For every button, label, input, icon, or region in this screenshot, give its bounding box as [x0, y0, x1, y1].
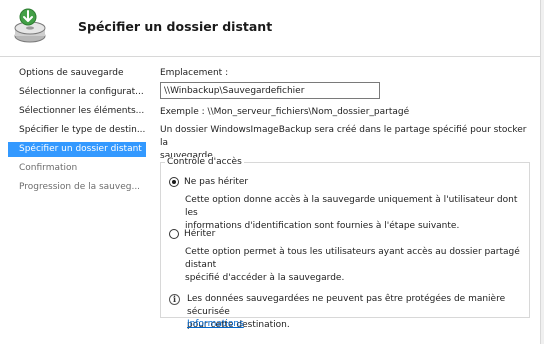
window-edge: [540, 0, 544, 344]
sidebar-item-remote-folder[interactable]: Spécifier un dossier distant: [8, 142, 146, 157]
backup-disk-icon: [10, 6, 50, 46]
sidebar-item-elements[interactable]: Sélectionner les éléments...: [8, 104, 146, 119]
main-panel: Emplacement : Exemple : \\Mon_serveur_fi…: [160, 58, 540, 344]
inherit-radio[interactable]: [169, 229, 179, 239]
sidebar-item-destination-type[interactable]: Spécifier le type de destin...: [8, 123, 146, 138]
wizard-steps-sidebar: Options de sauvegarde Sélectionner la co…: [0, 58, 150, 344]
inherit-label[interactable]: Hériter: [184, 229, 215, 239]
notice-line-1: Les données sauvegardées ne peuvent pas …: [187, 294, 506, 317]
example-text: Exemple : \\Mon_serveur_fichiers\Nom_dos…: [160, 107, 410, 117]
inherit-desc-line-1: Cette option permet à tous les utilisate…: [185, 247, 520, 270]
more-info-link[interactable]: Informations: [187, 319, 244, 329]
sidebar-item-configuration[interactable]: Sélectionner la configurat...: [8, 85, 146, 100]
no-inherit-desc-line-2: informations d'identification sont fourn…: [185, 221, 460, 231]
access-control-title: Contrôle d'accès: [165, 157, 244, 167]
wizard-header: Spécifier un dossier distant: [0, 0, 544, 57]
no-inherit-radio[interactable]: [169, 177, 179, 187]
location-input[interactable]: [160, 82, 380, 99]
info-icon: i: [169, 294, 180, 305]
inherit-desc-line-2: spécifié d'accéder à la sauvegarde.: [185, 273, 345, 283]
page-title: Spécifier un dossier distant: [78, 19, 273, 34]
no-inherit-desc-line-1: Cette option donne accès à la sauvegarde…: [185, 195, 518, 218]
inherit-description: Cette option permet à tous les utilisate…: [185, 246, 525, 285]
sidebar-item-progress: Progression de la sauveg...: [19, 182, 141, 192]
no-inherit-label[interactable]: Ne pas hériter: [184, 177, 248, 187]
sidebar-item-confirmation: Confirmation: [19, 163, 78, 173]
sidebar-item-options[interactable]: Options de sauvegarde: [8, 66, 146, 81]
info-line-1: Un dossier WindowsImageBackup sera créé …: [160, 125, 527, 148]
location-label: Emplacement :: [160, 68, 229, 78]
no-inherit-description: Cette option donne accès à la sauvegarde…: [185, 194, 525, 233]
